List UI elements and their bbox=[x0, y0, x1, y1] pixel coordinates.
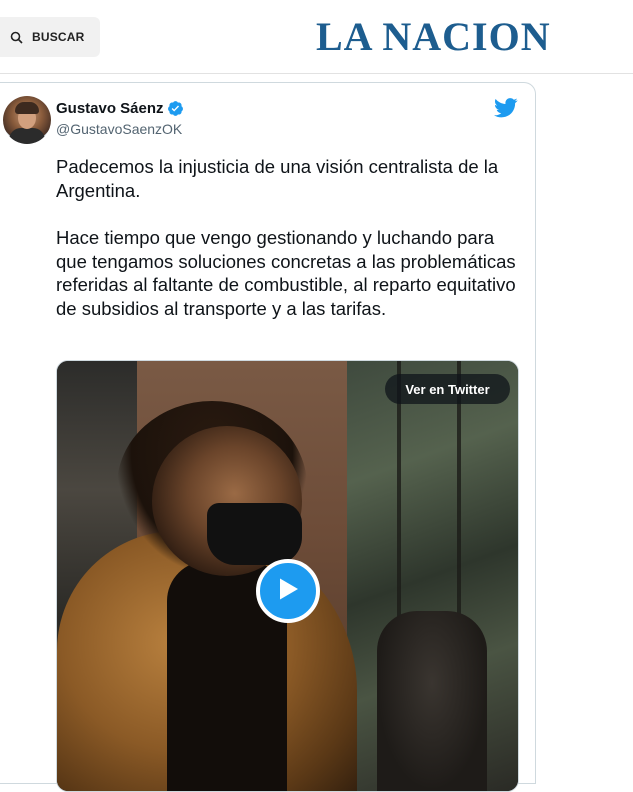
search-icon bbox=[8, 29, 24, 45]
tweet-video[interactable]: Ver en Twitter bbox=[56, 360, 519, 792]
author-name[interactable]: Gustavo Sáenz bbox=[56, 100, 164, 117]
view-on-twitter-button[interactable]: Ver en Twitter bbox=[385, 374, 510, 404]
twitter-bird-icon[interactable] bbox=[494, 98, 518, 118]
search-label: BUSCAR bbox=[32, 30, 85, 44]
search-button[interactable]: BUSCAR bbox=[0, 17, 100, 57]
site-logo[interactable]: LA NACION bbox=[316, 14, 622, 60]
play-button[interactable] bbox=[256, 559, 320, 623]
author-handle[interactable]: @GustavoSaenzOK bbox=[56, 121, 182, 137]
site-header: BUSCAR LA NACION bbox=[0, 0, 633, 74]
face-mask bbox=[207, 503, 302, 565]
avatar[interactable] bbox=[3, 96, 51, 144]
play-icon bbox=[277, 577, 299, 606]
tweet-paragraph-1: Padecemos la injusticia de una visión ce… bbox=[56, 156, 499, 201]
author-row: Gustavo Sáenz bbox=[56, 100, 184, 117]
tweet-text: Padecemos la injusticia de una visión ce… bbox=[56, 155, 516, 320]
verified-badge-icon bbox=[167, 100, 184, 117]
tweet-paragraph-2: Hace tiempo que vengo gestionando y luch… bbox=[56, 227, 516, 319]
background-person bbox=[377, 611, 487, 791]
tweet-embed: Gustavo Sáenz @GustavoSaenzOK Padecemos … bbox=[0, 82, 536, 792]
